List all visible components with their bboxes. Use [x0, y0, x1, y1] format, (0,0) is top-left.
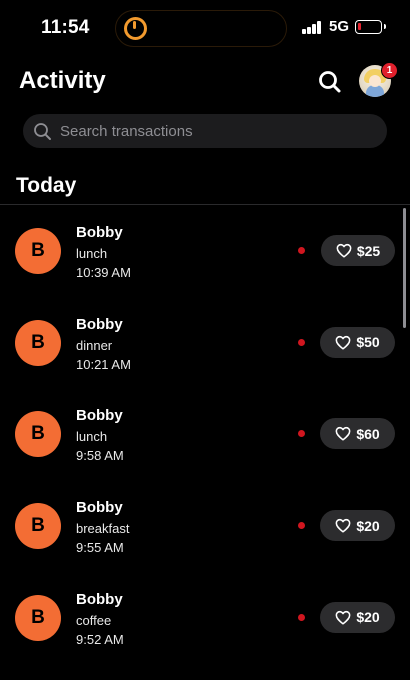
transaction-amount: $50 — [356, 334, 380, 351]
unread-indicator — [298, 338, 305, 346]
like-amount-button[interactable]: $50 — [320, 326, 395, 358]
battery-icon — [355, 20, 386, 34]
transaction-amount: $25 — [356, 242, 381, 259]
page-title: Activity — [19, 67, 106, 94]
like-amount-button[interactable]: $20 — [320, 510, 395, 542]
section-title-today: Today — [16, 174, 77, 197]
like-amount-button[interactable]: $60 — [320, 418, 395, 450]
contact-avatar: B — [15, 503, 61, 550]
contact-avatar: B — [15, 411, 61, 458]
transaction-description: lunch — [76, 246, 108, 261]
like-amount-button[interactable]: $20 — [320, 601, 395, 633]
heart-icon — [335, 610, 351, 625]
unread-indicator — [298, 613, 305, 621]
contact-name: Bobby — [76, 590, 123, 608]
transaction-time: 10:39 AM — [76, 265, 131, 280]
battery-level — [358, 23, 361, 30]
transaction-row[interactable]: B Bobby breakfast 9:55 AM $20 — [0, 480, 410, 572]
transaction-time: 10:21 AM — [76, 356, 131, 372]
transaction-list[interactable]: B Bobby lunch 10:39 AM $25 B Bobby dinne… — [0, 205, 410, 680]
unread-indicator — [298, 247, 305, 254]
transaction-amount: $20 — [356, 609, 380, 626]
unread-indicator — [298, 522, 305, 530]
contact-name: Bobby — [76, 315, 123, 333]
search-input[interactable] — [60, 114, 375, 148]
transaction-amount: $60 — [356, 425, 380, 442]
profile-avatar-button[interactable]: 1 — [359, 62, 398, 97]
contact-name: Bobby — [76, 407, 123, 425]
transaction-description: lunch — [76, 429, 108, 445]
contact-avatar: B — [15, 228, 61, 274]
search-icon — [319, 71, 341, 93]
contact-name: Bobby — [76, 499, 123, 517]
heart-icon — [335, 427, 351, 441]
search-button[interactable] — [316, 68, 344, 96]
contact-avatar: B — [15, 319, 61, 366]
contact-name: Bobby — [76, 224, 123, 241]
activity-screen: 11:54 5G Activity 1 Search transactions … — [0, 0, 410, 680]
transaction-row[interactable]: B Bobby lunch 10:39 AM $25 — [0, 205, 410, 297]
network-label: 5G — [329, 18, 350, 35]
transaction-time: 9:55 AM — [76, 540, 124, 556]
search-field-icon — [34, 123, 51, 140]
transaction-description: dinner — [76, 337, 113, 353]
like-amount-button[interactable]: $25 — [321, 235, 395, 266]
heart-icon — [335, 335, 351, 350]
scrollbar-thumb[interactable] — [403, 208, 406, 328]
transaction-description: coffee — [76, 612, 112, 628]
status-bar: 11:54 5G — [0, 0, 410, 56]
timer-icon — [124, 17, 147, 40]
transaction-row[interactable]: B Bobby lunch 9:58 AM $60 — [0, 388, 410, 480]
dynamic-island[interactable] — [115, 10, 287, 47]
contact-avatar: B — [15, 594, 61, 641]
transaction-time: 9:58 AM — [76, 448, 124, 464]
transaction-row[interactable]: B Bobby dinner 10:21 AM $50 — [0, 297, 410, 389]
unread-indicator — [298, 430, 305, 438]
transaction-amount: $20 — [356, 517, 380, 534]
heart-icon — [335, 518, 351, 533]
transaction-description: breakfast — [76, 521, 130, 537]
transaction-row[interactable]: B Bobby coffee 9:52 AM $20 — [0, 572, 410, 664]
heart-icon — [336, 243, 352, 258]
transaction-time: 9:52 AM — [76, 631, 124, 647]
search-bar[interactable] — [23, 114, 387, 148]
notification-badge: 1 — [381, 62, 398, 79]
signal-icon — [302, 21, 322, 34]
status-time: 11:54 — [41, 17, 90, 38]
